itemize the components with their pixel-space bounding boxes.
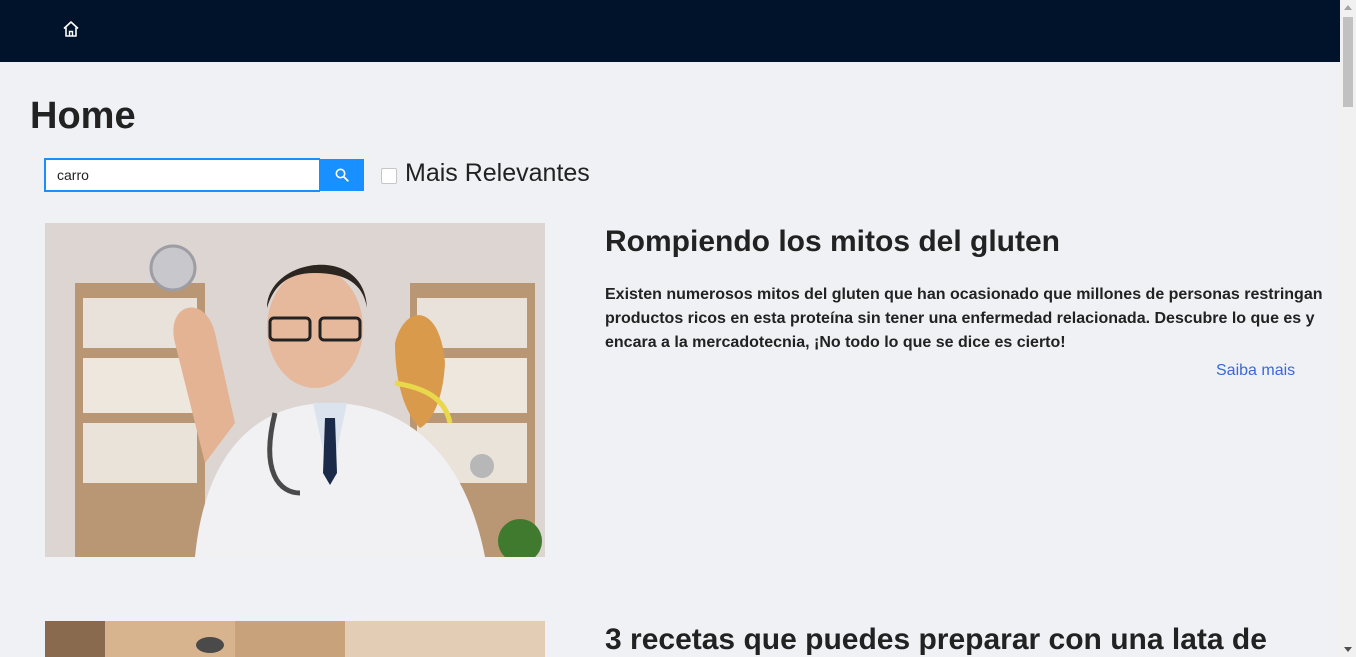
- search-icon: [335, 168, 349, 182]
- top-navbar: [0, 0, 1340, 62]
- scroll-up-icon[interactable]: [1344, 5, 1352, 10]
- relevance-checkbox[interactable]: [381, 168, 397, 184]
- scroll-thumb[interactable]: [1343, 17, 1353, 107]
- article-image[interactable]: [45, 621, 545, 657]
- article-image[interactable]: [45, 223, 545, 557]
- read-more-link[interactable]: Saiba mais: [1216, 362, 1295, 380]
- search-bar: [44, 158, 364, 192]
- relevance-label[interactable]: Mais Relevantes: [405, 159, 590, 188]
- article-card: 3 recetas que puedes preparar con una la…: [45, 621, 1335, 657]
- article-card: Rompiendo los mitos del gluten Existen n…: [45, 223, 1335, 557]
- article-title[interactable]: 3 recetas que puedes preparar con una la…: [605, 623, 1267, 657]
- article-title[interactable]: Rompiendo los mitos del gluten: [605, 225, 1060, 259]
- home-icon[interactable]: [62, 20, 80, 38]
- page-title: Home: [30, 95, 136, 137]
- search-button[interactable]: [319, 159, 364, 191]
- scrollbar[interactable]: [1340, 0, 1356, 657]
- relevance-filter: Mais Relevantes: [381, 159, 590, 187]
- article-description: Existen numerosos mitos del gluten que h…: [605, 286, 1323, 351]
- search-input[interactable]: [44, 158, 320, 192]
- scroll-down-icon[interactable]: [1344, 647, 1352, 652]
